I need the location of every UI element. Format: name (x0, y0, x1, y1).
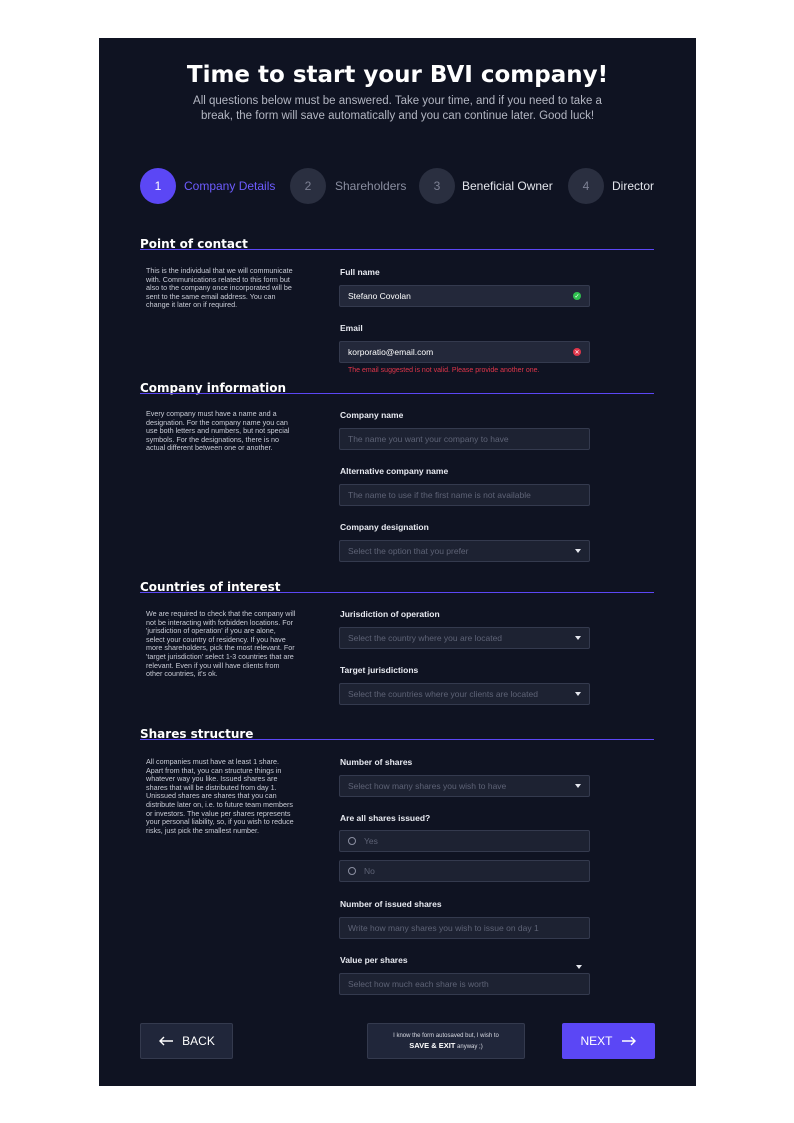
company-description: Every company must have a name and a des… (146, 409, 290, 453)
target-jurisdictions-label: Target jurisdictions (340, 665, 419, 675)
save-exit-button[interactable]: I know the form autosaved but, I wish to… (367, 1023, 525, 1059)
designation-select[interactable]: Select the option that you prefer (339, 540, 590, 562)
shares-description: All companies must have at least 1 share… (146, 757, 294, 835)
alternative-name-input[interactable]: The name to use if the first name is not… (339, 484, 590, 506)
value-per-share-select[interactable]: Select how much each share is worth (339, 973, 590, 995)
chevron-down-icon (575, 636, 581, 640)
page-title: Time to start your BVI company! (186, 62, 609, 88)
chevron-down-icon[interactable] (576, 965, 582, 969)
error-icon: ✕ (573, 348, 581, 356)
company-name-input[interactable]: The name you want your company to have (339, 428, 590, 450)
step-2-label[interactable]: Shareholders (335, 179, 406, 193)
step-3-label[interactable]: Beneficial Owner (462, 179, 553, 193)
section-divider (140, 739, 654, 740)
check-icon: ✓ (573, 292, 581, 300)
radio-option-yes[interactable]: Yes (339, 830, 590, 852)
target-jurisdictions-select[interactable]: Select the countries where your clients … (339, 683, 590, 705)
jurisdiction-placeholder: Select the country where you are located (348, 633, 503, 643)
issued-shares-count-input[interactable]: Write how many shares you wish to issue … (339, 917, 590, 939)
page-subtitle: All questions below must be answered. Ta… (193, 95, 602, 122)
step-1-circle[interactable]: 1 (140, 168, 176, 204)
section-divider (140, 249, 654, 250)
jurisdiction-label: Jurisdiction of operation (340, 609, 440, 619)
shares-issued-label: Are all shares issued? (340, 813, 431, 823)
next-button-label: NEXT (580, 1034, 613, 1048)
step-3-circle[interactable]: 3 (419, 168, 455, 204)
save-exit-tail: anyway ;) (457, 1044, 483, 1050)
arrow-right-icon (621, 1036, 636, 1046)
designation-label: Company designation (340, 522, 429, 532)
save-exit-line1: I know the form autosaved but, I wish to (393, 1033, 499, 1039)
value-per-share-label: Value per shares (340, 955, 408, 965)
arrow-left-icon (159, 1036, 174, 1046)
number-of-shares-select[interactable]: Select how many shares you wish to have (339, 775, 590, 797)
company-name-placeholder: The name you want your company to have (348, 434, 509, 444)
chevron-down-icon (575, 692, 581, 696)
contact-description: This is the individual that we will comm… (146, 266, 293, 310)
issued-shares-count-placeholder: Write how many shares you wish to issue … (348, 923, 539, 933)
fullname-value: Stefano Covolan (348, 291, 411, 301)
radio-icon (348, 837, 356, 845)
next-button[interactable]: NEXT (562, 1023, 655, 1059)
radio-icon (348, 867, 356, 875)
email-label: Email (340, 323, 363, 333)
alternative-name-label: Alternative company name (340, 466, 449, 476)
fullname-label: Full name (340, 267, 380, 277)
section-divider (140, 393, 654, 394)
value-per-share-placeholder: Select how much each share is worth (348, 979, 489, 989)
number-of-shares-label: Number of shares (340, 757, 413, 767)
company-name-label: Company name (340, 410, 404, 420)
alternative-name-placeholder: The name to use if the first name is not… (348, 490, 531, 500)
jurisdiction-select[interactable]: Select the country where you are located (339, 627, 590, 649)
email-value: korporatio@email.com (348, 347, 434, 357)
email-field[interactable]: korporatio@email.com ✕ (339, 341, 590, 363)
fullname-field[interactable]: Stefano Covolan ✓ (339, 285, 590, 307)
section-divider (140, 592, 654, 593)
radio-no-label: No (364, 866, 375, 876)
email-error-message: The email suggested is not valid. Please… (348, 367, 540, 374)
save-exit-bold: SAVE & EXIT (409, 1041, 456, 1050)
radio-option-no[interactable]: No (339, 860, 590, 882)
step-4-circle[interactable]: 4 (568, 168, 604, 204)
step-4-label[interactable]: Director (612, 179, 654, 193)
back-button[interactable]: BACK (140, 1023, 233, 1059)
chevron-down-icon (575, 784, 581, 788)
step-1-label[interactable]: Company Details (184, 179, 275, 193)
radio-yes-label: Yes (364, 836, 378, 846)
back-button-label: BACK (182, 1034, 215, 1048)
number-of-shares-placeholder: Select how many shares you wish to have (348, 781, 507, 791)
target-jurisdictions-placeholder: Select the countries where your clients … (348, 689, 538, 699)
countries-description: We are required to check that the compan… (146, 609, 296, 679)
step-2-circle[interactable]: 2 (290, 168, 326, 204)
issued-shares-count-label: Number of issued shares (340, 899, 442, 909)
chevron-down-icon (575, 549, 581, 553)
designation-placeholder: Select the option that you prefer (348, 546, 469, 556)
form-panel: Time to start your BVI company! All ques… (99, 38, 696, 1086)
